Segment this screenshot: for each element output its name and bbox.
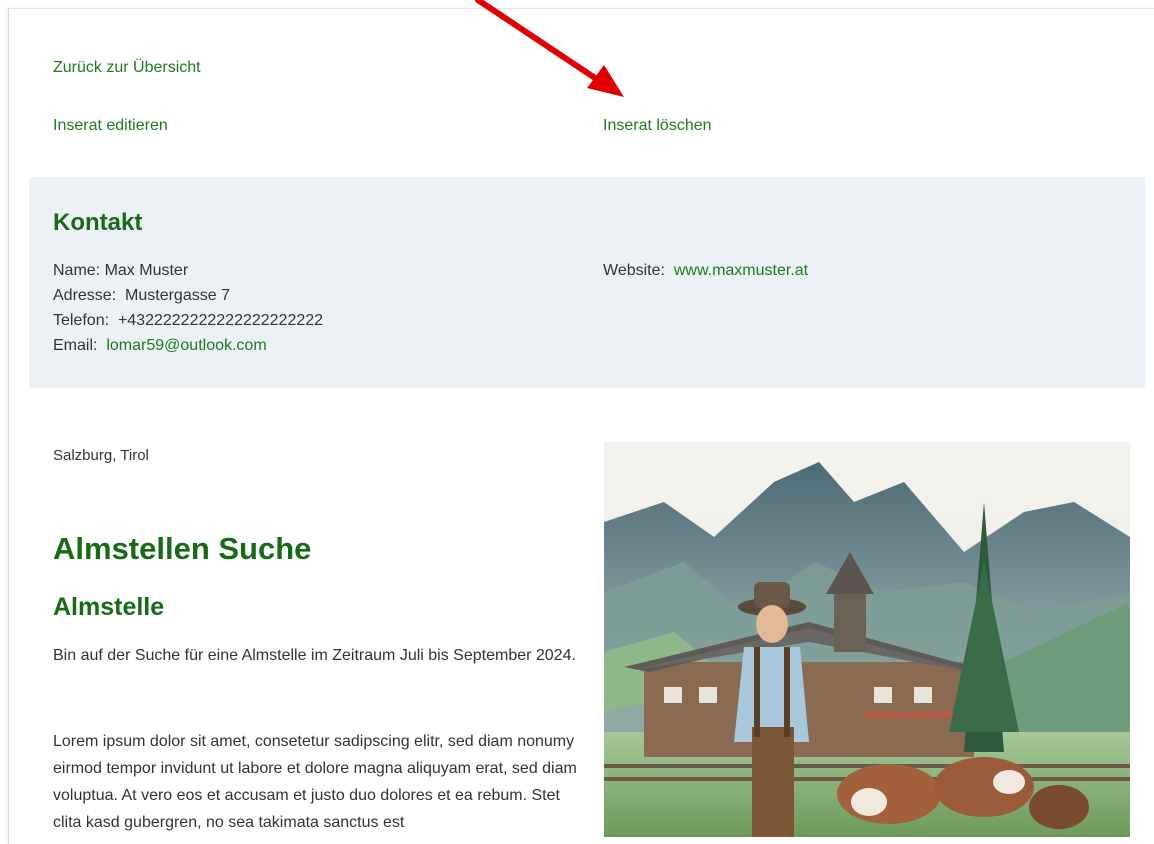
address-value: Mustergasse 7 — [125, 287, 230, 304]
listing-image — [604, 442, 1130, 837]
edit-listing-link[interactable]: Inserat editieren — [53, 117, 168, 135]
contact-phone: Telefon: +4322222222222222222222 — [53, 308, 323, 333]
listing-intro: Bin auf der Suche für eine Almstelle im … — [53, 647, 576, 664]
contact-name: Name: Max Muster — [53, 258, 323, 283]
name-label: Name: — [53, 262, 101, 279]
listing-title: Almstellen Suche — [53, 531, 312, 566]
contact-details: Name: Max Muster Adresse: Mustergasse 7 … — [53, 258, 323, 358]
website-label: Website: — [603, 262, 665, 279]
contact-address: Adresse: Mustergasse 7 — [53, 283, 323, 308]
phone-label: Telefon: — [53, 312, 110, 329]
name-value: Max Muster — [104, 262, 189, 279]
page-frame: Zurück zur Übersicht Inserat editieren I… — [8, 8, 1154, 844]
contact-email: Email: lomar59@outlook.com — [53, 333, 323, 358]
address-label: Adresse: — [53, 287, 117, 304]
delete-listing-link[interactable]: Inserat löschen — [603, 117, 712, 135]
website-link[interactable]: www.maxmuster.at — [674, 262, 808, 279]
listing-subtitle: Almstelle — [53, 593, 165, 621]
contact-section: Kontakt Name: Max Muster Adresse: Muster… — [29, 177, 1145, 388]
contact-heading: Kontakt — [53, 209, 143, 236]
email-link[interactable]: lomar59@outlook.com — [106, 337, 266, 354]
listing-location: Salzburg, Tirol — [53, 447, 149, 464]
phone-value: +4322222222222222222222 — [117, 312, 324, 329]
alpine-farmer-illustration — [604, 442, 1130, 837]
back-to-overview-link[interactable]: Zurück zur Übersicht — [53, 59, 201, 77]
email-label: Email: — [53, 337, 98, 354]
listing-body: Lorem ipsum dolor sit amet, consetetur s… — [53, 733, 577, 831]
contact-website: Website: www.maxmuster.at — [603, 258, 808, 283]
